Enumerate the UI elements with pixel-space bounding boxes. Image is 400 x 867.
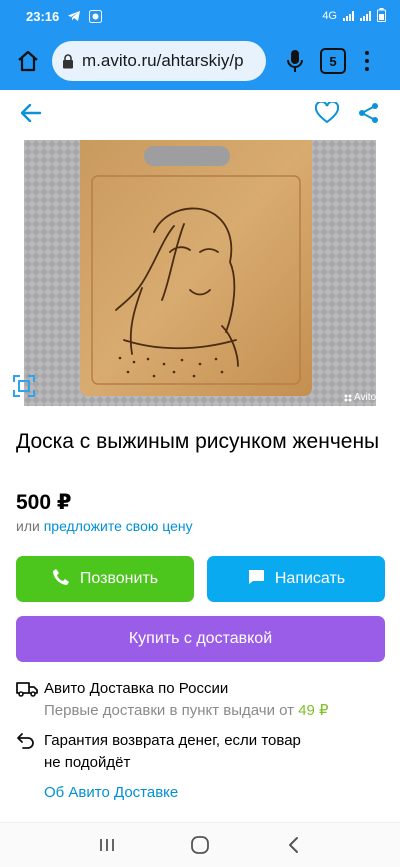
truck-icon xyxy=(16,678,40,700)
signal-icon xyxy=(343,11,354,21)
call-button-label: Позвонить xyxy=(79,570,159,587)
browser-toolbar: m.avito.ru/ahtarskiy/p 5 xyxy=(0,32,400,90)
write-button-label: Написать xyxy=(274,570,346,587)
share-icon[interactable] xyxy=(354,98,384,128)
cutting-board-image xyxy=(24,140,376,406)
buy-button-label: Купить с доставкой xyxy=(128,630,273,647)
offer-prefix: или xyxy=(16,518,40,534)
home-icon[interactable] xyxy=(10,43,46,79)
offer-price-line: или предложите свою цену xyxy=(16,518,193,534)
about-delivery-link[interactable]: Об Авито Доставке xyxy=(44,784,386,801)
delivery-subtitle: Первые доставки в пункт выдачи от 49 ₽ xyxy=(44,702,329,719)
status-bar: 23:16 4G xyxy=(0,0,400,32)
offer-price-link[interactable]: предложите свою цену xyxy=(44,518,193,534)
delivery-price: 49 ₽ xyxy=(298,702,329,719)
status-time: 23:16 xyxy=(26,8,60,24)
listing-price: 500 ₽ xyxy=(16,491,72,514)
network-type: 4G xyxy=(322,10,337,22)
telegram-icon xyxy=(67,10,81,22)
lock-icon xyxy=(62,53,74,69)
avito-notification-icon xyxy=(89,9,103,23)
delivery-info: Авито Доставка по России Первые доставки… xyxy=(16,678,386,801)
buy-with-delivery-button[interactable]: Купить с доставкой xyxy=(16,616,385,662)
listing-title: Доска с выжиным рисунком женчены xyxy=(16,430,380,453)
back-nav-icon[interactable] xyxy=(273,825,313,865)
battery-icon xyxy=(377,7,386,25)
address-bar[interactable]: m.avito.ru/ahtarskiy/p xyxy=(52,41,266,81)
return-arrow-icon xyxy=(16,730,40,752)
delivery-title: Авито Доставка по России xyxy=(44,680,229,697)
recent-apps-icon[interactable] xyxy=(87,825,127,865)
menu-icon[interactable] xyxy=(362,46,372,76)
home-nav-icon[interactable] xyxy=(180,825,220,865)
phone-icon xyxy=(52,568,70,591)
listing-photo[interactable] xyxy=(0,140,400,406)
photo-watermark: Avito xyxy=(344,392,376,403)
guarantee-text: Гарантия возврата денег, если товар не п… xyxy=(44,732,301,771)
mic-icon[interactable] xyxy=(280,43,310,79)
write-button[interactable]: Написать xyxy=(207,556,385,602)
listing-header xyxy=(0,90,400,136)
tabs-button[interactable]: 5 xyxy=(320,48,346,74)
system-nav-bar xyxy=(0,822,400,867)
back-arrow-icon[interactable] xyxy=(16,98,46,128)
signal-2-icon xyxy=(360,11,371,21)
heart-icon[interactable] xyxy=(312,98,342,128)
call-button[interactable]: Позвонить xyxy=(16,556,194,602)
gallery-expand-icon[interactable] xyxy=(12,374,36,398)
url-text: m.avito.ru/ahtarskiy/p xyxy=(82,51,244,70)
chat-icon xyxy=(247,569,265,590)
